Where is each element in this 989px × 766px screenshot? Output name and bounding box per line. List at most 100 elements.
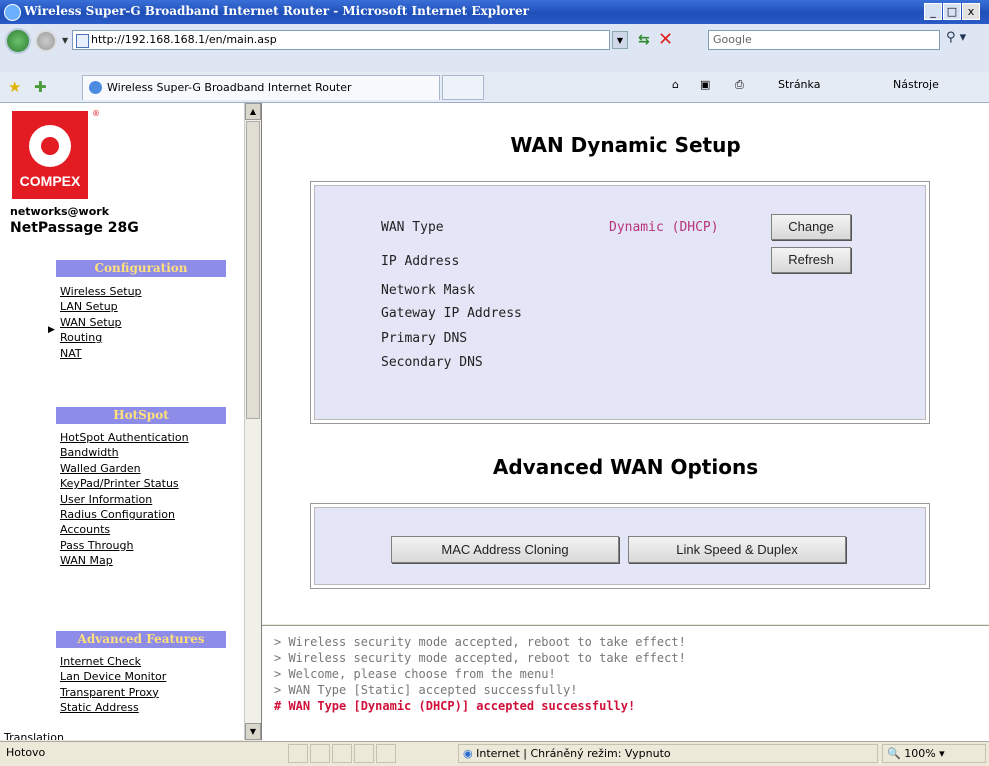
status-pane	[376, 744, 396, 763]
tools-menu[interactable]: Nástroje	[893, 78, 939, 91]
refresh-icon[interactable]: ⇆	[638, 32, 650, 48]
advanced-options-panel: MAC Address Cloning Link Speed & Duplex	[310, 503, 930, 589]
zoom-level: 100%	[904, 747, 936, 760]
console-line-latest: # WAN Type [Dynamic (DHCP)] accepted suc…	[274, 699, 636, 713]
tab-toolbar: ★ ✚ Wireless Super-G Broadband Internet …	[0, 72, 989, 103]
zoom-icon: 🔍	[887, 747, 901, 760]
hotspot-menu: HotSpot Authentication Bandwidth Walled …	[60, 430, 250, 569]
navigation-frame: COMPEX ® networks@work NetPassage 28G Co…	[0, 103, 262, 740]
gateway-label: Gateway IP Address	[381, 306, 522, 321]
current-item-arrow-icon: ▶	[48, 325, 55, 335]
search-button[interactable]: ⚲ ▾	[946, 30, 982, 50]
status-bar: Hotovo ◉ Internet | Chráněný režim: Vypn…	[0, 741, 989, 766]
logo-flower-icon	[29, 125, 71, 167]
ie-logo-icon	[4, 4, 21, 21]
primary-dns-label: Primary DNS	[381, 331, 468, 346]
window-title-bar: Wireless Super-G Broadband Internet Rout…	[0, 0, 989, 24]
console-line: > Wireless security mode accepted, reboo…	[274, 651, 686, 665]
mac-address-cloning-button[interactable]: MAC Address Cloning	[391, 536, 619, 563]
menu-user-information[interactable]: User Information	[60, 492, 250, 507]
page-menu[interactable]: Stránka	[778, 78, 820, 91]
menu-walled-garden[interactable]: Walled Garden	[60, 461, 250, 476]
link-speed-duplex-button[interactable]: Link Speed & Duplex	[628, 536, 846, 563]
search-input[interactable]: Google	[708, 30, 940, 50]
zone-text: Internet | Chráněný režim: Vypnuto	[476, 747, 671, 760]
scroll-down-icon[interactable]: ▼	[245, 723, 261, 740]
menu-translation[interactable]: Translation	[4, 731, 64, 740]
section-advanced-features: Advanced Features	[56, 631, 226, 648]
advanced-features-menu: Internet Check Lan Device Monitor Transp…	[60, 654, 250, 716]
back-button[interactable]	[5, 28, 31, 54]
menu-accounts[interactable]: Accounts	[60, 522, 250, 537]
menu-radius-configuration[interactable]: Radius Configuration	[60, 507, 250, 522]
minimize-button[interactable]: _	[924, 3, 942, 20]
zoom-control[interactable]: 🔍 100% ▾	[882, 744, 986, 763]
tab-title: Wireless Super-G Broadband Internet Rout…	[107, 81, 352, 94]
menu-bandwidth[interactable]: Bandwidth	[60, 445, 250, 460]
security-zone[interactable]: ◉ Internet | Chráněný režim: Vypnuto	[458, 744, 878, 763]
feeds-icon[interactable]: ▣	[700, 78, 710, 91]
scroll-up-icon[interactable]: ▲	[245, 103, 261, 120]
secondary-dns-label: Secondary DNS	[381, 355, 483, 370]
status-text: Hotovo	[6, 746, 46, 759]
menu-hotspot-authentication[interactable]: HotSpot Authentication	[60, 430, 250, 445]
advanced-options-title: Advanced WAN Options	[492, 455, 759, 479]
menu-routing[interactable]: Routing	[60, 330, 250, 345]
status-pane	[332, 744, 352, 763]
configuration-menu: Wireless Setup LAN Setup WAN Setup Routi…	[60, 284, 250, 361]
status-pane	[310, 744, 330, 763]
tab-page-icon	[89, 81, 102, 94]
status-pane	[354, 744, 374, 763]
address-input[interactable]: http://192.168.168.1/en/main.asp	[72, 30, 610, 50]
print-icon[interactable]: ⎙	[735, 78, 744, 92]
refresh-button[interactable]: Refresh	[771, 247, 851, 273]
stop-icon[interactable]: ✕	[658, 29, 673, 50]
menu-lan-device-monitor[interactable]: Lan Device Monitor	[60, 669, 250, 684]
console-line: > Welcome, please choose from the menu!	[274, 667, 556, 681]
logo-text: COMPEX	[19, 173, 81, 189]
network-mask-label: Network Mask	[381, 283, 475, 298]
add-favorite-icon[interactable]: ✚	[34, 78, 47, 96]
favorites-star-icon[interactable]: ★	[8, 78, 21, 96]
wan-type-value: Dynamic (DHCP)	[609, 220, 719, 235]
menu-static-address[interactable]: Static Address	[60, 700, 250, 715]
page-title: WAN Dynamic Setup	[510, 133, 741, 157]
nav-scrollbar[interactable]: ▲ ▼	[244, 103, 261, 740]
history-dropdown-icon[interactable]: ▼	[62, 36, 68, 45]
home-icon[interactable]: ⌂	[672, 78, 679, 91]
address-dropdown-button[interactable]: ▼	[612, 31, 628, 49]
menu-internet-check[interactable]: Internet Check	[60, 654, 250, 669]
menu-transparent-proxy[interactable]: Transparent Proxy	[60, 685, 250, 700]
compex-logo: COMPEX	[12, 111, 88, 199]
menu-wan-setup[interactable]: WAN Setup	[60, 315, 250, 330]
menu-keypad-printer-status[interactable]: KeyPad/Printer Status	[60, 476, 250, 491]
scroll-thumb[interactable]	[246, 121, 260, 419]
section-configuration: Configuration	[56, 260, 226, 277]
content-frame: WAN Dynamic Setup WAN Type Dynamic (DHCP…	[262, 103, 989, 624]
menu-nat[interactable]: NAT	[60, 346, 250, 361]
address-toolbar: ▼ http://192.168.168.1/en/main.asp ▼ ⇆ ✕…	[0, 24, 989, 73]
wan-settings-panel: WAN Type Dynamic (DHCP) IP Address Netwo…	[310, 181, 930, 424]
section-hotspot: HotSpot	[56, 407, 226, 424]
message-console: > Wireless security mode accepted, reboo…	[262, 625, 989, 741]
forward-button[interactable]	[35, 30, 57, 52]
menu-wan-map[interactable]: WAN Map	[60, 553, 250, 568]
menu-lan-setup[interactable]: LAN Setup	[60, 299, 250, 314]
zoom-dropdown-icon: ▾	[939, 747, 945, 760]
page-icon	[76, 34, 89, 48]
maximize-button[interactable]: □	[943, 3, 961, 20]
console-line: > WAN Type [Static] accepted successfull…	[274, 683, 578, 697]
browser-tab[interactable]: Wireless Super-G Broadband Internet Rout…	[82, 75, 440, 100]
change-button[interactable]: Change	[771, 214, 851, 240]
status-pane	[288, 744, 308, 763]
menu-pass-through[interactable]: Pass Through	[60, 538, 250, 553]
console-line: > Wireless security mode accepted, reboo…	[274, 635, 686, 649]
ip-address-label: IP Address	[381, 254, 460, 269]
trademark-mark: ®	[92, 109, 100, 118]
wan-type-label: WAN Type	[381, 220, 444, 235]
address-text: http://192.168.168.1/en/main.asp	[91, 33, 277, 46]
tagline: networks@work	[10, 205, 110, 218]
close-button[interactable]: x	[962, 3, 980, 20]
new-tab-button[interactable]	[442, 75, 484, 100]
menu-wireless-setup[interactable]: Wireless Setup	[60, 284, 250, 299]
